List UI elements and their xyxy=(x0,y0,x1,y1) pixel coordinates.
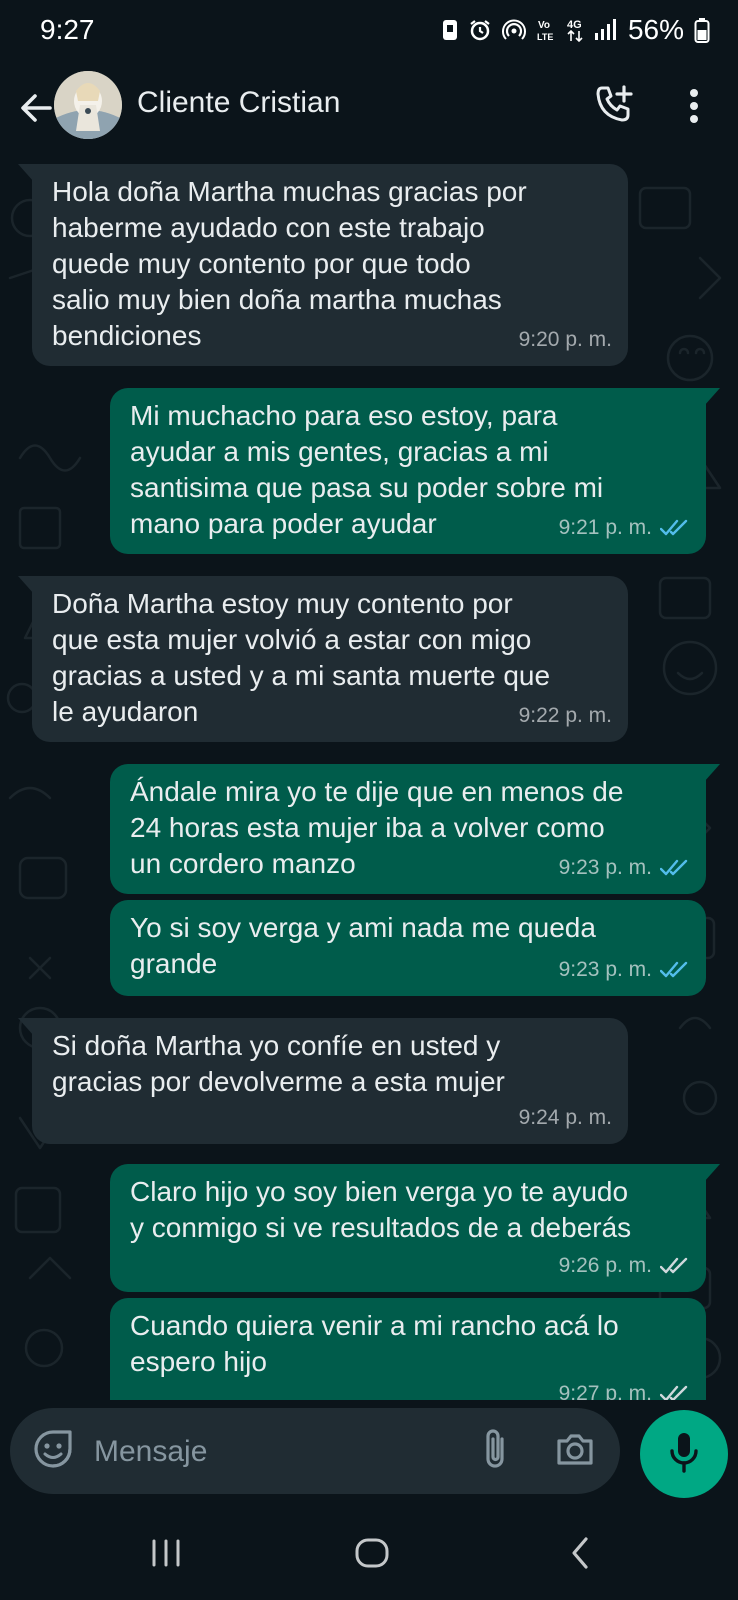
message-text: Cuando quiera venir a mi rancho acá lo e… xyxy=(130,1310,619,1377)
svg-text:Vo: Vo xyxy=(538,20,550,31)
add-call-button[interactable] xyxy=(588,80,640,132)
message-time: 9:24 p. m. xyxy=(518,1106,612,1129)
chat-header: Cliente Cristian xyxy=(0,66,738,158)
voice-message-button[interactable] xyxy=(640,1410,728,1498)
system-navigation-bar xyxy=(0,1512,738,1600)
message-time: 9:26 p. m. xyxy=(558,1254,652,1277)
bubble-tail xyxy=(704,764,720,782)
delivered-double-check-icon xyxy=(660,1385,690,1400)
back-nav-button[interactable] xyxy=(550,1530,610,1580)
delivered-double-check-icon xyxy=(660,1257,690,1275)
message-meta: 9:22 p. m. xyxy=(519,698,612,734)
message-bubble-outgoing[interactable]: Cuando quiera venir a mi rancho acá lo e… xyxy=(110,1298,706,1400)
volte-icon: Vo LTE xyxy=(536,15,556,45)
message-input-container xyxy=(10,1408,620,1494)
bubble-tail xyxy=(704,1164,720,1182)
message-bubble-outgoing[interactable]: Ándale mira yo te dije que en menos de 2… xyxy=(110,764,720,894)
bubble-tail xyxy=(18,576,34,594)
battery-icon xyxy=(694,15,710,45)
sticker-emoji-icon xyxy=(33,1429,73,1474)
camera-button[interactable] xyxy=(550,1426,600,1476)
read-double-check-icon xyxy=(660,961,690,979)
home-icon xyxy=(354,1537,390,1574)
message-composer xyxy=(0,1400,738,1512)
emoji-button[interactable] xyxy=(30,1428,76,1474)
attach-button[interactable] xyxy=(472,1426,518,1476)
contact-avatar[interactable] xyxy=(54,71,122,139)
message-time: 9:20 p. m. xyxy=(518,328,612,351)
svg-text:4G: 4G xyxy=(567,19,582,31)
4g-data-icon: 4G xyxy=(566,15,584,45)
message-bubble-incoming[interactable]: Doña Martha estoy muy contento por que e… xyxy=(18,576,628,742)
bubble-tail xyxy=(18,164,34,182)
read-double-check-icon xyxy=(660,519,690,537)
message-bubble-outgoing[interactable]: Claro hijo yo soy bien verga yo te ayudo… xyxy=(110,1164,720,1292)
contact-name[interactable]: Cliente Cristian xyxy=(137,86,340,120)
bubble-tail xyxy=(704,388,720,406)
home-button[interactable] xyxy=(342,1530,402,1580)
chevron-left-icon xyxy=(568,1535,592,1576)
message-time: 9:22 p. m. xyxy=(518,704,612,727)
more-options-button[interactable] xyxy=(674,82,714,134)
alarm-icon xyxy=(468,15,492,45)
message-meta: 9:26 p. m. xyxy=(559,1248,690,1284)
message-text: Claro hijo yo soy bien verga yo te ayudo… xyxy=(130,1176,632,1243)
vertical-dots-icon xyxy=(688,88,700,129)
recent-apps-button[interactable] xyxy=(136,1530,196,1580)
message-meta: 9:23 p. m. xyxy=(559,952,690,988)
message-input[interactable] xyxy=(92,1428,456,1476)
message-bubble-incoming[interactable]: Hola doña Martha muchas gracias por habe… xyxy=(18,164,628,366)
signal-icon xyxy=(594,15,618,45)
bubble-tail xyxy=(18,1018,34,1036)
phone-plus-icon xyxy=(594,84,634,129)
message-bubble-incoming[interactable]: Si doña Martha yo confíe en usted y grac… xyxy=(18,1018,628,1144)
battery-percentage: 56% xyxy=(627,14,684,45)
whatsapp-chat-screen: 9:27 Vo LTE 4G 56% Cliente Cristian Hola… xyxy=(0,0,738,1600)
back-button[interactable] xyxy=(12,86,60,134)
lock-icon xyxy=(442,15,458,45)
paperclip-icon xyxy=(480,1427,510,1476)
message-time: 9:23 p. m. xyxy=(558,958,652,981)
message-meta: 9:24 p. m. xyxy=(519,1100,612,1136)
message-meta: 9:21 p. m. xyxy=(559,510,690,546)
message-time: 9:23 p. m. xyxy=(558,856,652,879)
message-time: 9:21 p. m. xyxy=(558,516,652,539)
svg-text:LTE: LTE xyxy=(537,32,553,42)
message-time: 9:27 p. m. xyxy=(558,1382,652,1400)
message-bubble-outgoing[interactable]: Mi muchacho para eso estoy, para ayudar … xyxy=(110,388,720,554)
message-bubble-outgoing[interactable]: Yo si soy verga y ami nada me queda gran… xyxy=(110,900,706,996)
status-icons: Vo LTE 4G 56% xyxy=(442,14,710,46)
microphone-icon xyxy=(668,1431,700,1478)
message-meta: 9:23 p. m. xyxy=(559,850,690,886)
hotspot-icon xyxy=(501,15,526,45)
message-meta: 9:27 p. m. xyxy=(559,1376,690,1400)
arrow-left-icon xyxy=(18,90,54,131)
camera-icon xyxy=(555,1431,595,1472)
message-meta: 9:20 p. m. xyxy=(519,322,612,358)
chat-messages-area[interactable]: Hola doña Martha muchas gracias por habe… xyxy=(0,158,738,1400)
status-time: 9:27 xyxy=(40,14,95,45)
recent-apps-icon xyxy=(149,1538,183,1573)
read-double-check-icon xyxy=(660,859,690,877)
message-text: Si doña Martha yo confíe en usted y grac… xyxy=(52,1030,505,1097)
status-bar: 9:27 Vo LTE 4G 56% xyxy=(0,0,738,66)
